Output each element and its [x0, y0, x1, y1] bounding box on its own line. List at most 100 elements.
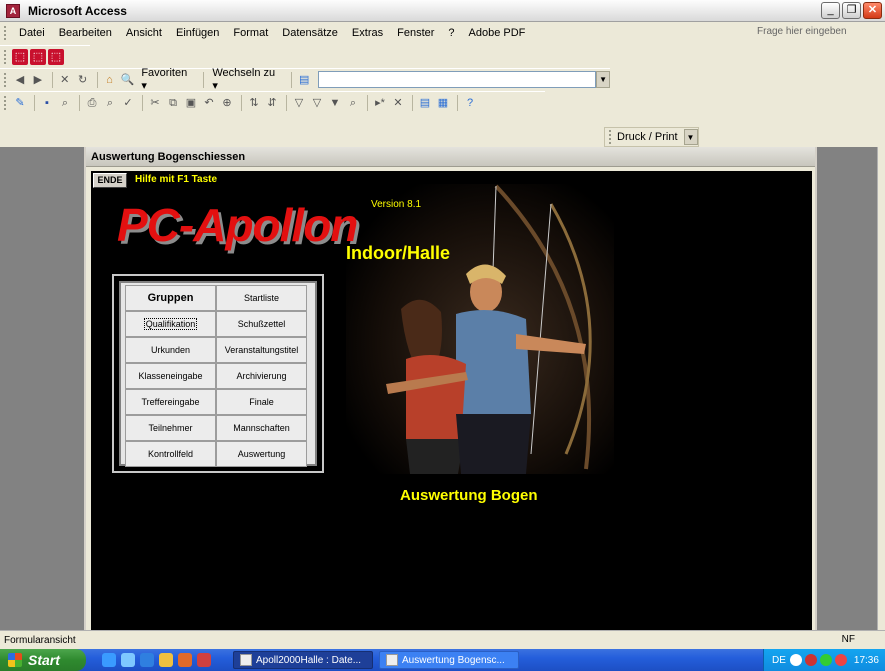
quicklaunch-folder-icon[interactable] [159, 653, 173, 667]
kontrollfeld-button[interactable]: Kontrollfeld [125, 441, 216, 467]
print-toolbar-label[interactable]: Druck / Print [617, 131, 678, 143]
tray-app-icon[interactable] [819, 654, 832, 666]
home-icon[interactable]: ⌂ [102, 72, 118, 88]
forward-icon[interactable]: ▶ [30, 72, 46, 88]
tray-network-icon[interactable] [804, 654, 817, 666]
menu-ansicht[interactable]: Ansicht [119, 27, 169, 39]
paste-icon[interactable]: ▣ [183, 95, 199, 111]
toolbar-options-icon[interactable]: ▼ [683, 129, 698, 145]
menu-extras[interactable]: Extras [345, 27, 390, 39]
toolbar-grip[interactable] [4, 26, 8, 40]
close-button[interactable]: ✕ [863, 2, 882, 19]
apply-filter-icon[interactable]: ▼ [327, 95, 343, 111]
language-indicator[interactable]: DE [772, 655, 786, 666]
file-search-icon[interactable]: ⌕ [57, 95, 73, 111]
toolbar-grip[interactable] [4, 72, 8, 87]
auswertung-bogen-caption: Auswertung Bogen [400, 487, 538, 504]
quicklaunch-firefox-icon[interactable] [178, 653, 192, 667]
quicklaunch-desktop-icon[interactable] [121, 653, 135, 667]
database-window-icon[interactable]: ▤ [417, 95, 433, 111]
search-web-icon[interactable]: 🔍 [119, 72, 135, 88]
pdf-mail-icon[interactable]: ⬚ [30, 48, 46, 65]
menu-datei[interactable]: Datei [12, 27, 52, 39]
stop-icon[interactable]: ✕ [57, 72, 73, 88]
qualifikation-button[interactable]: Qualifikation [125, 311, 216, 337]
taskbar-item-auswertung[interactable]: Auswertung Bogensc... [379, 651, 519, 669]
undo-icon[interactable]: ↶ [201, 95, 217, 111]
workspace-scrollbar[interactable] [877, 147, 885, 630]
quicklaunch-ie-icon[interactable] [140, 653, 154, 667]
menu-bearbeiten[interactable]: Bearbeiten [52, 27, 119, 39]
filter-by-form-icon[interactable]: ▽ [309, 95, 325, 111]
menu-einfuegen[interactable]: Einfügen [169, 27, 226, 39]
new-record-icon[interactable]: ▸* [372, 95, 388, 111]
cut-icon[interactable]: ✂ [147, 95, 163, 111]
indoor-halle-label: Indoor/Halle [346, 243, 451, 263]
minimize-button[interactable]: _ [821, 2, 840, 19]
toolbar-grip[interactable] [609, 130, 613, 144]
help-hint: Hilfe mit F1 Taste [135, 174, 218, 185]
startliste-button[interactable]: Startliste [216, 285, 307, 311]
address-input[interactable] [318, 71, 597, 88]
quicklaunch-app-icon[interactable] [197, 653, 211, 667]
wechseln-zu-menu[interactable]: Wechseln zu ▾ [212, 67, 283, 92]
access-app-icon[interactable]: A [6, 3, 20, 18]
form-view-toolbar: ✎ ▪ ⌕ ⎙ ⌕ ✓ ✂ ⧉ ▣ ↶ ⊕ ⇅ ⇵ ▽ ▽ ▼ ⌕ ▸* ✕ ▤… [0, 91, 545, 113]
quicklaunch-browser-icon[interactable] [102, 653, 116, 667]
taskbar-item-label: Auswertung Bogensc... [402, 654, 505, 666]
ende-button[interactable]: ENDE [93, 173, 127, 188]
spelling-icon[interactable]: ✓ [120, 95, 136, 111]
tray-arrow-icon[interactable] [789, 654, 802, 666]
finale-button[interactable]: Finale [216, 389, 307, 415]
delete-record-icon[interactable]: ✕ [390, 95, 406, 111]
pdf-convert-icon[interactable]: ⬚ [12, 48, 28, 65]
clock: 17:36 [853, 654, 879, 666]
gruppen-button[interactable]: Gruppen [125, 285, 216, 311]
auswertung-button[interactable]: Auswertung [216, 441, 307, 467]
taskbar-item-apoll2000halle[interactable]: Apoll2000Halle : Date... [233, 651, 373, 669]
help-icon[interactable]: ? [462, 95, 478, 111]
show-only-web-toolbar-icon[interactable]: ▤ [296, 72, 312, 88]
favoriten-menu[interactable]: Favoriten ▾ [141, 67, 195, 92]
copy-icon[interactable]: ⧉ [165, 95, 181, 111]
back-icon[interactable]: ◀ [12, 72, 28, 88]
veranstaltungstitel-button[interactable]: Veranstaltungstitel [216, 337, 307, 363]
sort-ascending-icon[interactable]: ⇅ [246, 95, 262, 111]
mannschaften-button[interactable]: Mannschaften [216, 415, 307, 441]
access-db-icon [240, 654, 252, 666]
filter-by-selection-icon[interactable]: ▽ [291, 95, 307, 111]
toolbar-grip[interactable] [4, 95, 8, 110]
menu-help[interactable]: ? [441, 27, 461, 39]
insert-hyperlink-icon[interactable]: ⊕ [219, 95, 235, 111]
save-icon[interactable]: ▪ [39, 95, 55, 111]
pdf-review-icon[interactable]: ⬚ [48, 48, 64, 65]
windows-taskbar: Start Apoll2000Halle : Date... Auswertun… [0, 649, 885, 671]
tray-security-icon[interactable] [834, 654, 847, 666]
start-button[interactable]: Start [0, 649, 86, 671]
toolbar-grip[interactable] [4, 49, 8, 64]
urkunden-button[interactable]: Urkunden [125, 337, 216, 363]
refresh-icon[interactable]: ↻ [75, 72, 91, 88]
view-icon[interactable]: ✎ [12, 95, 28, 111]
schusszettel-button[interactable]: Schußzettel [216, 311, 307, 337]
web-toolbar: ◀ ▶ ✕ ↻ ⌂ 🔍 Favoriten ▾ Wechseln zu ▾ ▤ … [0, 67, 611, 92]
menu-format[interactable]: Format [226, 27, 275, 39]
find-icon[interactable]: ⌕ [345, 95, 361, 111]
teilnehmer-button[interactable]: Teilnehmer [125, 415, 216, 441]
pc-apollon-logo: PC-Apollon [117, 199, 358, 251]
treffereingabe-button[interactable]: Treffereingabe [125, 389, 216, 415]
system-tray: DE 17:36 [763, 649, 885, 671]
form-icon [386, 654, 398, 666]
klasseneingabe-button[interactable]: Klasseneingabe [125, 363, 216, 389]
ask-question-input[interactable]: Frage hier eingeben [757, 26, 867, 41]
restore-button[interactable]: ❐ [842, 2, 861, 19]
address-dropdown-icon[interactable]: ▼ [596, 71, 611, 88]
menu-fenster[interactable]: Fenster [390, 27, 441, 39]
menu-adobe-pdf[interactable]: Adobe PDF [462, 27, 533, 39]
menu-datensaetze[interactable]: Datensätze [275, 27, 345, 39]
print-preview-icon[interactable]: ⌕ [102, 95, 118, 111]
new-object-icon[interactable]: ▦ [435, 95, 451, 111]
sort-descending-icon[interactable]: ⇵ [264, 95, 280, 111]
archivierung-button[interactable]: Archivierung [216, 363, 307, 389]
print-icon[interactable]: ⎙ [84, 95, 100, 111]
